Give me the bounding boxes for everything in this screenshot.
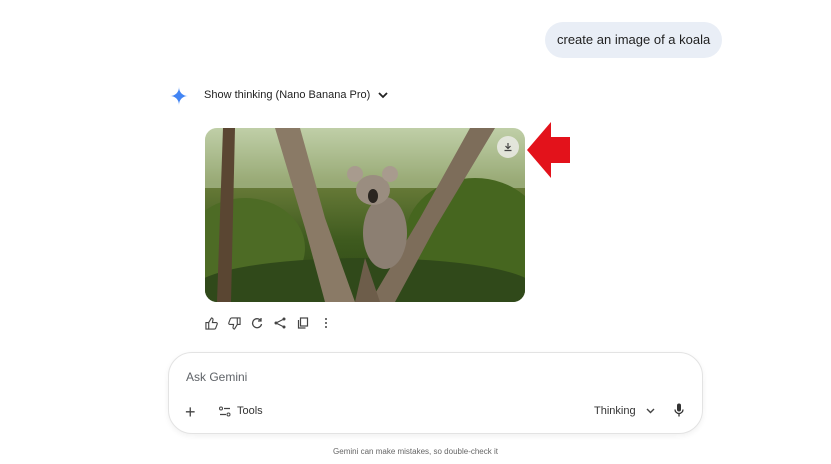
chevron-down-icon: [646, 408, 655, 414]
tools-label: Tools: [237, 405, 263, 417]
show-thinking-label: Show thinking (Nano Banana Pro): [204, 89, 371, 101]
more-options-icon[interactable]: [319, 316, 333, 330]
red-arrow-annotation: [527, 122, 570, 178]
user-message: create an image of a koala: [545, 22, 723, 58]
tools-button[interactable]: Tools: [219, 405, 263, 417]
tools-icon: [219, 406, 231, 416]
download-icon: [504, 143, 512, 152]
koala-picture: [205, 128, 525, 302]
prompt-input[interactable]: Ask Gemini: [186, 370, 247, 384]
response-actions: [204, 316, 333, 330]
microphone-button[interactable]: [674, 403, 684, 422]
model-label: Thinking: [594, 405, 636, 417]
plus-icon: +: [185, 402, 196, 422]
disclaimer-text: Gemini can make mistakes, so double-chec…: [333, 447, 498, 456]
download-button[interactable]: [497, 136, 519, 158]
share-icon[interactable]: [273, 316, 287, 330]
copy-icon[interactable]: [296, 316, 310, 330]
model-selector[interactable]: Thinking: [594, 405, 655, 417]
chevron-down-icon: [378, 92, 388, 99]
generated-koala-image[interactable]: [205, 128, 525, 302]
microphone-icon: [674, 403, 684, 417]
show-thinking-toggle[interactable]: Show thinking (Nano Banana Pro): [204, 89, 388, 101]
gemini-spark-icon: [170, 87, 188, 105]
thumbs-up-icon[interactable]: [204, 316, 218, 330]
prompt-composer[interactable]: Ask Gemini + Tools Thinking: [168, 352, 703, 434]
thumbs-down-icon[interactable]: [227, 316, 241, 330]
add-attachment-button[interactable]: +: [185, 402, 196, 423]
regenerate-icon[interactable]: [250, 316, 264, 330]
